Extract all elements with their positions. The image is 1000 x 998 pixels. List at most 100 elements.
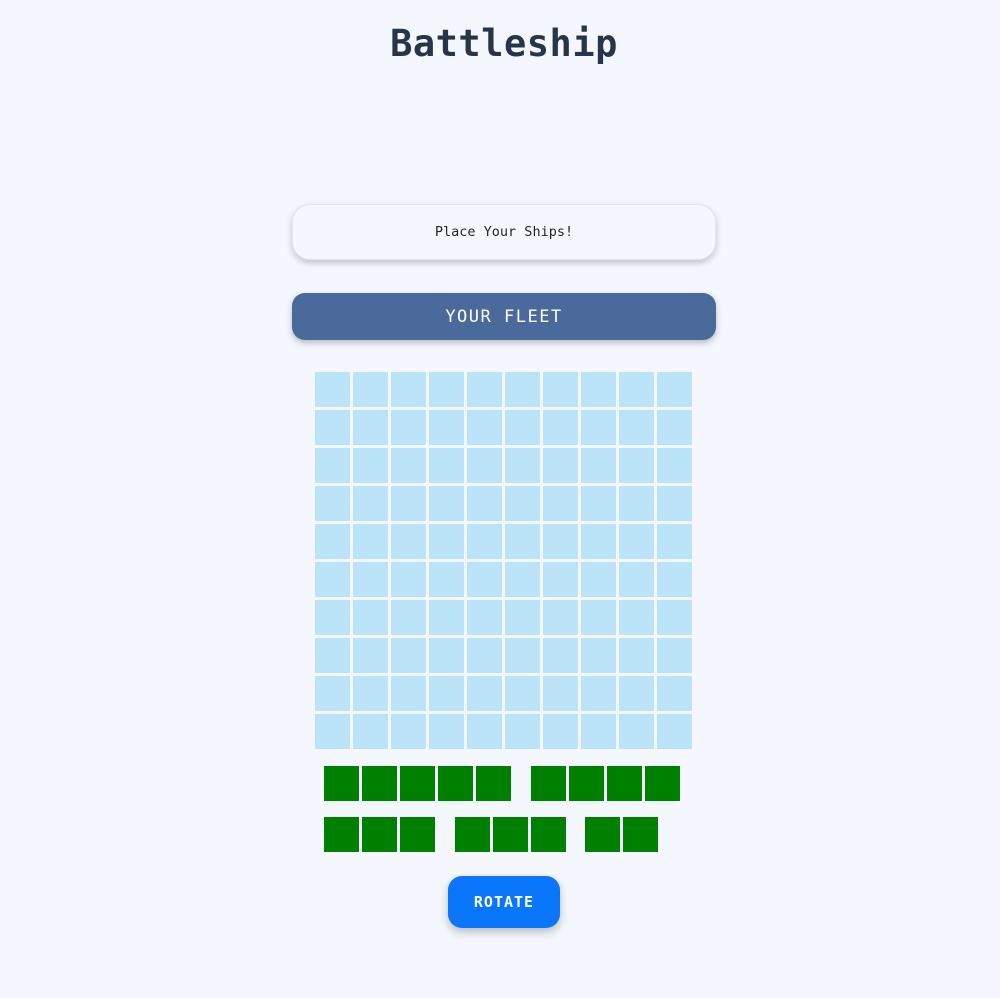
grid-cell[interactable] — [581, 448, 616, 483]
grid-cell[interactable] — [543, 524, 578, 559]
grid-cell[interactable] — [657, 638, 692, 673]
grid-cell[interactable] — [353, 714, 388, 749]
grid-cell[interactable] — [505, 524, 540, 559]
ship-cruiser[interactable] — [324, 817, 435, 852]
ship-segment[interactable] — [569, 766, 604, 801]
ship-segment[interactable] — [362, 766, 397, 801]
grid-cell[interactable] — [581, 372, 616, 407]
grid-cell[interactable] — [543, 372, 578, 407]
grid-cell[interactable] — [467, 524, 502, 559]
grid-cell[interactable] — [391, 600, 426, 635]
grid-cell[interactable] — [353, 486, 388, 521]
grid-cell[interactable] — [581, 600, 616, 635]
grid-cell[interactable] — [581, 638, 616, 673]
grid-cell[interactable] — [505, 448, 540, 483]
grid-cell[interactable] — [581, 524, 616, 559]
grid-cell[interactable] — [467, 562, 502, 597]
grid-cell[interactable] — [657, 448, 692, 483]
grid-cell[interactable] — [429, 448, 464, 483]
grid-cell[interactable] — [467, 372, 502, 407]
grid-cell[interactable] — [353, 524, 388, 559]
ship-battleship[interactable] — [531, 766, 680, 801]
grid-cell[interactable] — [391, 676, 426, 711]
ship-segment[interactable] — [400, 766, 435, 801]
grid-cell[interactable] — [619, 714, 654, 749]
ship-segment[interactable] — [531, 766, 566, 801]
grid-cell[interactable] — [315, 600, 350, 635]
ship-segment[interactable] — [493, 817, 528, 852]
grid-cell[interactable] — [619, 448, 654, 483]
grid-cell[interactable] — [391, 562, 426, 597]
grid-cell[interactable] — [467, 714, 502, 749]
grid-cell[interactable] — [315, 562, 350, 597]
ship-segment[interactable] — [362, 817, 397, 852]
grid-cell[interactable] — [391, 372, 426, 407]
grid-cell[interactable] — [429, 714, 464, 749]
grid-cell[interactable] — [429, 524, 464, 559]
grid-cell[interactable] — [619, 562, 654, 597]
grid-cell[interactable] — [543, 714, 578, 749]
grid-cell[interactable] — [581, 486, 616, 521]
grid-cell[interactable] — [467, 600, 502, 635]
grid-cell[interactable] — [467, 638, 502, 673]
ship-segment[interactable] — [623, 817, 658, 852]
grid-cell[interactable] — [581, 562, 616, 597]
grid-cell[interactable] — [619, 410, 654, 445]
grid-cell[interactable] — [619, 676, 654, 711]
grid-cell[interactable] — [619, 524, 654, 559]
ship-segment[interactable] — [438, 766, 473, 801]
grid-cell[interactable] — [429, 600, 464, 635]
grid-cell[interactable] — [391, 410, 426, 445]
grid-cell[interactable] — [581, 410, 616, 445]
grid-cell[interactable] — [391, 714, 426, 749]
grid-cell[interactable] — [505, 486, 540, 521]
grid-cell[interactable] — [505, 600, 540, 635]
grid-cell[interactable] — [315, 372, 350, 407]
grid-cell[interactable] — [657, 562, 692, 597]
grid-cell[interactable] — [353, 600, 388, 635]
grid-cell[interactable] — [657, 410, 692, 445]
grid-cell[interactable] — [581, 676, 616, 711]
grid-cell[interactable] — [391, 448, 426, 483]
rotate-button[interactable]: ROTATE — [448, 876, 560, 928]
grid-cell[interactable] — [429, 372, 464, 407]
ship-segment[interactable] — [476, 766, 511, 801]
grid-cell[interactable] — [505, 562, 540, 597]
grid-cell[interactable] — [543, 410, 578, 445]
ship-segment[interactable] — [400, 817, 435, 852]
grid-cell[interactable] — [467, 410, 502, 445]
grid-cell[interactable] — [543, 486, 578, 521]
ship-submarine[interactable] — [455, 817, 566, 852]
grid-cell[interactable] — [657, 676, 692, 711]
grid-cell[interactable] — [543, 600, 578, 635]
grid-cell[interactable] — [505, 410, 540, 445]
grid-cell[interactable] — [315, 524, 350, 559]
grid-cell[interactable] — [505, 638, 540, 673]
grid-cell[interactable] — [657, 714, 692, 749]
grid-cell[interactable] — [581, 714, 616, 749]
grid-cell[interactable] — [467, 676, 502, 711]
grid-cell[interactable] — [429, 676, 464, 711]
grid-cell[interactable] — [429, 486, 464, 521]
grid-cell[interactable] — [353, 448, 388, 483]
grid-cell[interactable] — [657, 524, 692, 559]
grid-cell[interactable] — [315, 486, 350, 521]
grid-cell[interactable] — [657, 486, 692, 521]
grid-cell[interactable] — [315, 676, 350, 711]
grid-cell[interactable] — [619, 372, 654, 407]
grid-cell[interactable] — [657, 372, 692, 407]
ship-destroyer[interactable] — [585, 817, 658, 852]
ship-segment[interactable] — [585, 817, 620, 852]
grid-cell[interactable] — [429, 410, 464, 445]
grid-cell[interactable] — [505, 676, 540, 711]
grid-cell[interactable] — [391, 638, 426, 673]
ship-carrier[interactable] — [324, 766, 511, 801]
grid-cell[interactable] — [315, 410, 350, 445]
grid-cell[interactable] — [391, 524, 426, 559]
grid-cell[interactable] — [315, 448, 350, 483]
grid-cell[interactable] — [429, 562, 464, 597]
ship-segment[interactable] — [645, 766, 680, 801]
grid-cell[interactable] — [619, 638, 654, 673]
grid-cell[interactable] — [353, 562, 388, 597]
ship-segment[interactable] — [531, 817, 566, 852]
